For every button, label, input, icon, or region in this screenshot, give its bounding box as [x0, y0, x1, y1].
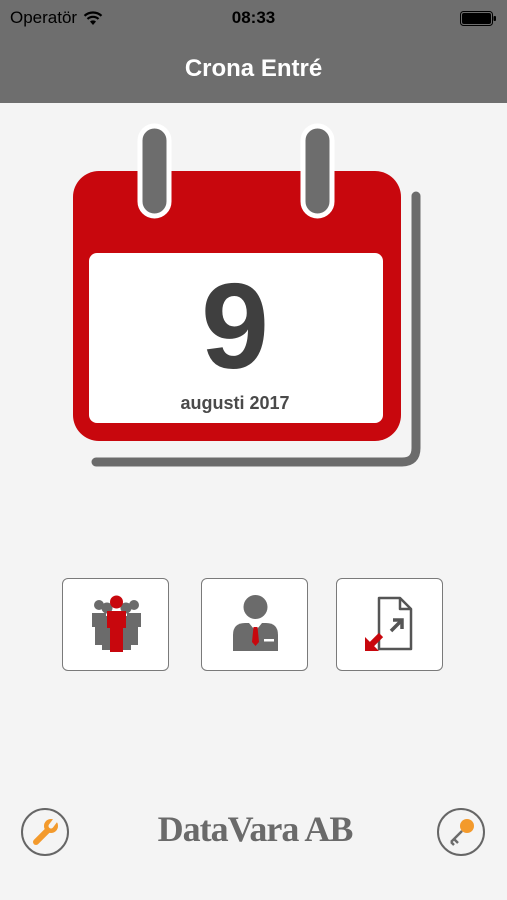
import-document-icon	[365, 596, 413, 651]
wrench-icon	[33, 815, 60, 845]
key-icon	[450, 819, 474, 846]
calendar-ring-left	[137, 123, 172, 219]
brand-logo: DataVara AB	[157, 809, 354, 849]
import-button[interactable]	[336, 578, 443, 671]
calendar-month-year: augusti 2017	[180, 393, 290, 413]
group-button[interactable]	[62, 578, 169, 671]
group-icon	[92, 595, 141, 652]
calendar-day: 9	[201, 258, 269, 394]
person-button[interactable]	[201, 578, 308, 671]
key-button[interactable]	[437, 808, 485, 856]
person-icon	[233, 595, 278, 651]
calendar-ring-right	[300, 123, 335, 219]
settings-button[interactable]	[21, 808, 69, 856]
